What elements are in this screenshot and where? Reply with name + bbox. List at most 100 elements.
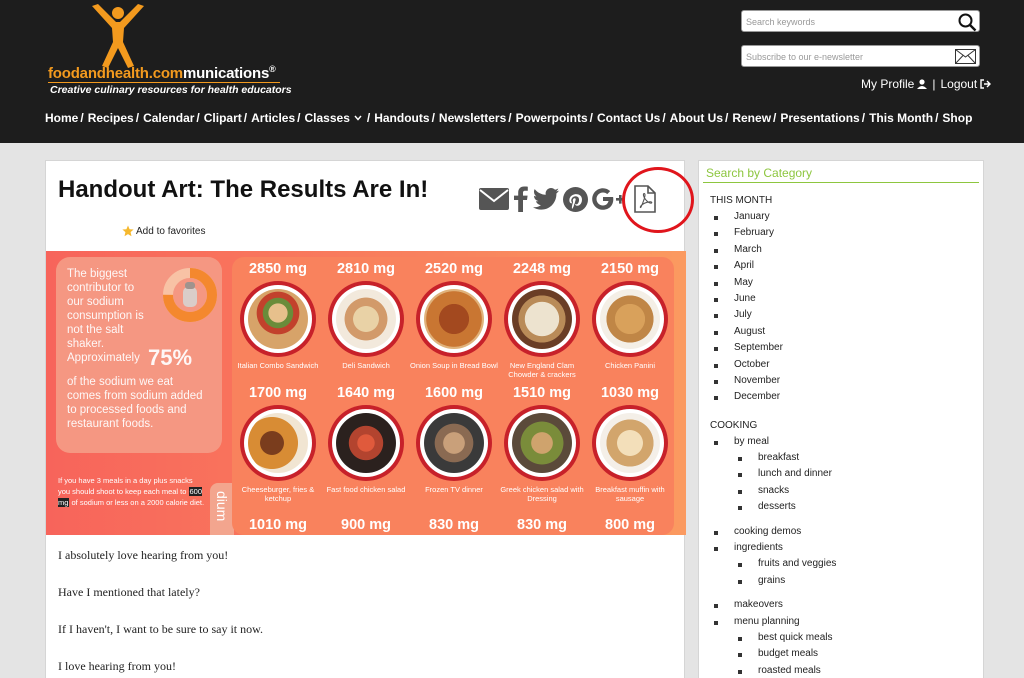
food-item: 900 mg xyxy=(341,517,391,533)
chicken-panini-image xyxy=(600,289,660,349)
nav-item-about-us[interactable]: About Us / xyxy=(670,111,733,125)
nav-item-newsletters[interactable]: Newsletters / xyxy=(439,111,516,125)
category-meal[interactable]: desserts xyxy=(710,499,836,515)
italian-combo-sandwich-image xyxy=(248,289,308,349)
nav-item-contact-us[interactable]: Contact Us / xyxy=(597,111,670,125)
category-month[interactable]: April xyxy=(710,258,836,274)
logout-icon xyxy=(980,79,992,89)
nav-item-home[interactable]: Home / xyxy=(45,111,88,125)
nav-item-classes[interactable]: Classes / xyxy=(305,111,375,125)
nav-item-clipart[interactable]: Clipart / xyxy=(204,111,251,125)
infographic-meal-note: If you have 3 meals in a day plus snacks… xyxy=(58,476,205,507)
nav-item-shop[interactable]: Shop xyxy=(942,111,972,125)
category-menu-item[interactable]: budget meals xyxy=(710,646,836,662)
site-logo[interactable]: foodandhealth.communications® Creative c… xyxy=(46,4,296,96)
chevron-down-icon xyxy=(354,115,362,121)
category-ingredient[interactable]: fruits and veggies xyxy=(710,556,836,572)
main-nav: Home / Recipes / Calendar / Clipart / Articl… xyxy=(45,111,972,125)
article-paragraph: I absolutely love hearing from you! xyxy=(58,548,229,562)
food-item: 2810 mg Deli Sandwich xyxy=(322,261,410,370)
category-menu-planning[interactable]: menu planning xyxy=(710,614,836,630)
category-ingredients[interactable]: ingredients xyxy=(710,540,836,556)
category-meal[interactable]: lunch and dinner xyxy=(710,466,836,482)
food-grid: 2850 mg Italian Combo Sandwich 2810 mg D… xyxy=(232,257,674,535)
clam-chowder-image xyxy=(512,289,572,349)
food-item: 2150 mg Chicken Panini xyxy=(586,261,674,370)
cheeseburger-fries-image xyxy=(248,413,308,473)
nav-item-presentations[interactable]: Presentations / xyxy=(780,111,869,125)
pdf-highlight-circle xyxy=(622,167,694,233)
nav-item-this-month[interactable]: This Month / xyxy=(869,111,942,125)
category-month[interactable]: June xyxy=(710,291,836,307)
category-month[interactable]: July xyxy=(710,307,836,323)
food-item: 800 mg xyxy=(605,517,655,533)
sodium-percent: 75% xyxy=(148,345,193,370)
category-makeovers[interactable]: makeovers xyxy=(710,597,836,613)
facebook-icon[interactable] xyxy=(513,186,529,212)
category-month[interactable]: November xyxy=(710,373,836,389)
site-header: foodandhealth.communications® Creative c… xyxy=(0,0,1024,143)
logout-link[interactable]: Logout xyxy=(940,77,977,91)
category-cooking-demos[interactable]: cooking demos xyxy=(710,524,836,540)
food-item: 1700 mg Cheeseburger, fries & ketchup xyxy=(240,385,316,503)
category-month[interactable]: January xyxy=(710,209,836,225)
category-sidebar: Search by Category THIS MONTH January Fe… xyxy=(698,160,984,678)
search-box xyxy=(741,10,980,32)
my-profile-link[interactable]: My Profile xyxy=(861,77,914,91)
twitter-icon[interactable] xyxy=(533,188,559,210)
nav-item-articles[interactable]: Articles / xyxy=(251,111,304,125)
article-body: I absolutely love hearing from you! Have… xyxy=(58,549,263,678)
category-by-meal[interactable]: by meal xyxy=(710,434,836,450)
envelope-icon[interactable] xyxy=(479,188,509,210)
infographic-intro-panel: The biggest contributor to our sodium co… xyxy=(56,257,222,453)
onion-soup-bread-bowl-image xyxy=(424,289,484,349)
search-icon[interactable] xyxy=(957,12,977,32)
category-meal[interactable]: snacks xyxy=(710,483,836,499)
category-month[interactable]: March xyxy=(710,242,836,258)
category-meal[interactable]: breakfast xyxy=(710,450,836,466)
mail-icon[interactable] xyxy=(955,49,976,64)
category-ingredient[interactable]: grains xyxy=(710,573,836,589)
add-to-favorites[interactable]: Add to favorites xyxy=(122,225,205,237)
star-icon xyxy=(122,225,134,237)
category-menu-item[interactable]: roasted meals xyxy=(710,663,836,678)
search-input[interactable] xyxy=(746,15,946,28)
nav-item-renew[interactable]: Renew / xyxy=(732,111,780,125)
category-month[interactable]: December xyxy=(710,389,836,405)
fast-food-chicken-salad-image xyxy=(336,413,396,473)
category-month[interactable]: August xyxy=(710,324,836,340)
food-item: 1030 mg Breakfast muffin with sausage xyxy=(586,385,674,503)
greek-chicken-salad-image xyxy=(512,413,572,473)
food-item: 1600 mg Frozen TV dinner xyxy=(410,385,498,494)
article-paragraph: I love hearing from you! xyxy=(58,659,176,673)
infographic-intro-text: The biggest contributor to our sodium co… xyxy=(67,268,144,364)
logo-underline xyxy=(48,82,280,83)
pinterest-icon[interactable] xyxy=(563,186,588,212)
category-month[interactable]: September xyxy=(710,340,836,356)
logo-figure-icon xyxy=(92,4,144,68)
category-month[interactable]: May xyxy=(710,275,836,291)
account-separator: | xyxy=(932,77,936,91)
infographic-side-tab: dium xyxy=(210,483,234,535)
food-item: 2248 mg New England Clam Chowder & crack… xyxy=(498,261,586,379)
sodium-infographic[interactable]: The biggest contributor to our sodium co… xyxy=(46,251,686,535)
deli-sandwich-image xyxy=(336,289,396,349)
nav-item-handouts[interactable]: Handouts / xyxy=(374,111,439,125)
food-item: 2520 mg Onion Soup in Bread Bowl xyxy=(410,261,498,370)
logo-tagline: Creative culinary resources for health e… xyxy=(50,84,292,96)
category-month[interactable]: October xyxy=(710,357,836,373)
nav-item-powerpoints[interactable]: Powerpoints / xyxy=(516,111,597,125)
nav-item-calendar[interactable]: Calendar / xyxy=(143,111,204,125)
frozen-tv-dinner-image xyxy=(424,413,484,473)
food-item: 2850 mg Italian Combo Sandwich xyxy=(237,261,319,370)
newsletter-email-input[interactable] xyxy=(746,50,946,63)
nav-item-recipes[interactable]: Recipes / xyxy=(88,111,143,125)
infographic-outro-text: of the sodium we eat comes from sodium a… xyxy=(67,376,203,430)
section-cooking[interactable]: COOKING xyxy=(710,418,836,434)
section-this-month[interactable]: THIS MONTH xyxy=(710,193,836,209)
article-paragraph: Have I mentioned that lately? xyxy=(58,585,200,599)
category-month[interactable]: February xyxy=(710,225,836,241)
food-item: 1640 mg Fast food chicken salad xyxy=(326,385,406,494)
category-menu-item[interactable]: best quick meals xyxy=(710,630,836,646)
category-list: THIS MONTH January February March April … xyxy=(710,193,836,678)
